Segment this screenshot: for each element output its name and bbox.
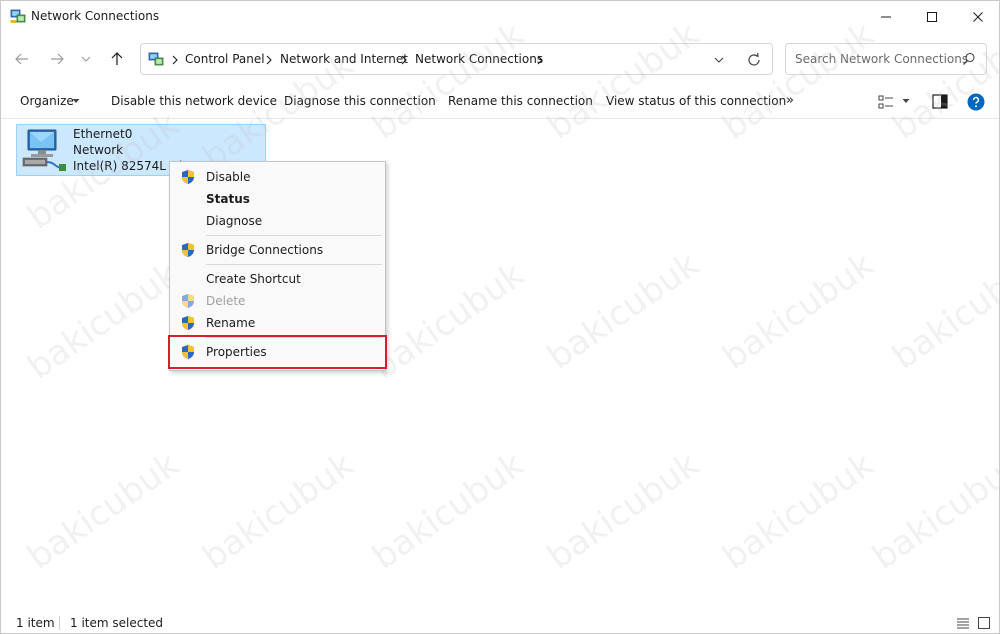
forward-button[interactable] — [45, 47, 69, 71]
chevron-down-icon — [81, 56, 91, 62]
status-bar: 1 item 1 item selected — [1, 611, 999, 633]
menu-item-delete: Delete — [170, 290, 385, 312]
maximize-button[interactable] — [909, 1, 955, 33]
menu-item-label: Disable — [206, 170, 251, 184]
refresh-icon[interactable] — [745, 51, 763, 69]
rename-connection-button[interactable]: Rename this connection — [448, 94, 593, 108]
menu-item-create-shortcut[interactable]: Create Shortcut — [170, 268, 385, 290]
menu-item-diagnose[interactable]: Diagnose — [170, 210, 385, 232]
uac-shield-icon — [182, 294, 194, 308]
menu-item-disable[interactable]: Disable — [170, 166, 385, 188]
menu-item-label: Status — [206, 192, 250, 206]
recent-locations-button[interactable] — [77, 47, 95, 71]
window-title: Network Connections — [31, 9, 160, 23]
menu-item-label: Bridge Connections — [206, 243, 324, 257]
arrow-left-icon — [15, 53, 28, 65]
arrow-up-icon — [111, 52, 123, 65]
breadcrumb-control-panel[interactable]: Control Panel — [185, 52, 265, 66]
preview-pane-icon[interactable] — [932, 94, 948, 109]
breadcrumb-network-and-internet[interactable]: Network and Internet — [280, 52, 408, 66]
organize-button[interactable]: Organize — [20, 94, 74, 108]
breadcrumb-network-connections[interactable]: Network Connections — [415, 52, 543, 66]
menu-item-rename[interactable]: Rename — [170, 312, 385, 334]
connection-network: Network — [73, 143, 124, 157]
menu-item-label: Diagnose — [206, 214, 263, 228]
menu-separator — [206, 235, 382, 236]
ethernet-adapter-icon — [22, 129, 66, 171]
menu-item-label: Create Shortcut — [206, 272, 301, 286]
menu-item-label: Delete — [206, 294, 246, 308]
connections-list: Ethernet0 Network Intel(R) 82574L Gig — [1, 119, 999, 611]
change-view-icon[interactable] — [878, 95, 894, 109]
close-icon — [973, 12, 983, 22]
network-connections-app-icon — [10, 9, 26, 23]
chevron-down-icon — [72, 99, 80, 103]
control-panel-icon — [148, 52, 164, 66]
properties-highlight-box — [168, 335, 387, 369]
uac-shield-icon — [182, 243, 194, 257]
search-icon — [963, 52, 975, 65]
close-button[interactable] — [955, 1, 999, 33]
selected-count: 1 item selected — [70, 616, 164, 630]
item-count: 1 item — [16, 616, 55, 630]
disable-device-button[interactable]: Disable this network device — [111, 94, 277, 108]
large-icons-view-icon[interactable] — [978, 617, 990, 629]
help-icon[interactable] — [967, 93, 985, 111]
breadcrumb-chevron-icon — [401, 55, 407, 65]
maximize-icon — [927, 12, 937, 22]
minimize-button[interactable] — [863, 1, 909, 33]
menu-item-status[interactable]: Status — [170, 188, 385, 210]
breadcrumb-chevron-icon — [172, 55, 178, 65]
up-button[interactable] — [105, 47, 129, 71]
menu-item-bridge-connections[interactable]: Bridge Connections — [170, 239, 385, 261]
minimize-icon — [881, 16, 891, 18]
arrow-right-icon — [51, 53, 64, 65]
search-box[interactable]: Search Network Connections — [785, 43, 987, 75]
view-status-button[interactable]: View status of this connection — [606, 94, 786, 108]
more-commands-button[interactable]: » — [786, 93, 794, 108]
chevron-down-icon[interactable] — [902, 98, 910, 104]
details-view-icon[interactable] — [957, 617, 969, 629]
menu-separator — [206, 264, 382, 265]
address-history-dropdown-icon[interactable] — [711, 52, 727, 68]
title-bar: Network Connections — [1, 1, 999, 33]
explorer-window: Network Connections Control Panel Networ… — [0, 0, 1000, 634]
command-bar: Organize Disable this network device Dia… — [1, 85, 999, 119]
uac-shield-icon — [182, 316, 194, 330]
status-separator — [59, 616, 60, 630]
address-bar[interactable]: Control Panel Network and Internet Netwo… — [140, 43, 773, 75]
search-input[interactable]: Search Network Connections — [795, 52, 968, 66]
uac-shield-icon — [182, 170, 194, 184]
breadcrumb-chevron-icon — [266, 55, 272, 65]
diagnose-connection-button[interactable]: Diagnose this connection — [284, 94, 436, 108]
back-button[interactable] — [10, 47, 34, 71]
menu-item-label: Rename — [206, 316, 256, 330]
breadcrumb-chevron-icon[interactable] — [535, 54, 545, 66]
connection-name: Ethernet0 — [73, 127, 133, 141]
